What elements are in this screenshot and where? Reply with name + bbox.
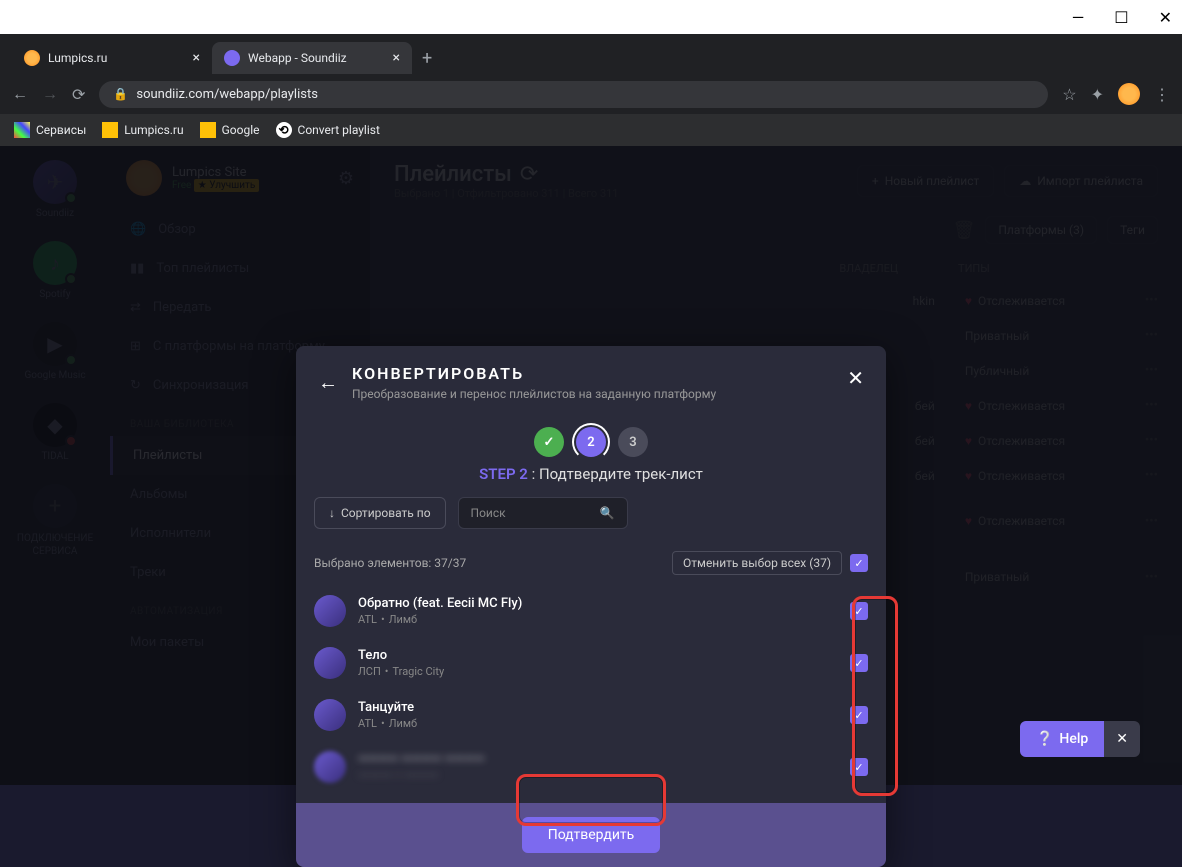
track-checkbox[interactable]: ✓: [850, 758, 868, 776]
browser-chrome: Lumpics.ru × Webapp - Soundiiz × + ← → ⟳…: [0, 34, 1182, 146]
modal-controls: ↓Сортировать по Поиск 🔍: [296, 497, 886, 541]
track-checkbox[interactable]: ✓: [850, 602, 868, 620]
sort-icon: ↓: [329, 506, 335, 520]
deselect-all-button[interactable]: Отменить выбор всех (37): [672, 551, 842, 575]
modal-subtitle: Преобразование и перенос плейлистов на з…: [318, 387, 864, 401]
search-input[interactable]: Поиск 🔍: [458, 497, 628, 529]
step-label: STEP 2 : Подтвердите трек-лист: [296, 465, 886, 483]
modal-header: ← ✕ КОНВЕРТИРОВАТЬ Преобразование и пере…: [296, 346, 886, 415]
track-row[interactable]: Тело ЛСП•Tragic City ✓: [314, 637, 868, 689]
convert-icon: ⟲: [276, 122, 292, 138]
tab-title: Lumpics.ru: [48, 51, 107, 65]
track-meta: ATL•Лимб: [358, 717, 850, 730]
search-icon: 🔍: [600, 506, 615, 520]
bookmark-star-icon[interactable]: ☆: [1062, 85, 1076, 104]
lock-icon: 🔒: [113, 87, 128, 101]
extension-icons: ☆ ✦ ⋮: [1062, 83, 1170, 105]
tab-close-icon[interactable]: ×: [193, 50, 200, 66]
help-button[interactable]: ❔ Help: [1020, 721, 1104, 757]
track-meta: ЛСП•Tragic City: [358, 665, 850, 678]
search-placeholder: Поиск: [471, 506, 506, 520]
step-1-done: ✓: [534, 427, 564, 457]
track-checkbox[interactable]: ✓: [850, 654, 868, 672]
track-cover: [314, 647, 346, 679]
bookmark-services[interactable]: Сервисы: [14, 122, 86, 138]
step-2-current: 2: [576, 427, 606, 457]
track-meta: ————•————: [358, 769, 850, 782]
sort-button[interactable]: ↓Сортировать по: [314, 497, 446, 529]
selection-bar: Выбрано элементов: 37/37 Отменить выбор …: [296, 541, 886, 585]
help-close-button[interactable]: ✕: [1104, 721, 1140, 757]
tab-bar: Lumpics.ru × Webapp - Soundiiz × +: [0, 34, 1182, 74]
tab-close-icon[interactable]: ×: [393, 50, 400, 66]
address-bar-row: ← → ⟳ 🔒 soundiiz.com/webapp/playlists ☆ …: [0, 74, 1182, 114]
back-button[interactable]: ←: [12, 84, 28, 104]
folder-icon: [200, 122, 216, 138]
track-cover: [314, 699, 346, 731]
favicon-icon: [24, 50, 40, 66]
extensions-icon[interactable]: ✦: [1091, 85, 1104, 104]
browser-menu-icon[interactable]: ⋮: [1154, 85, 1170, 104]
tab-title: Webapp - Soundiiz: [248, 51, 347, 65]
step-3-pending: 3: [618, 427, 648, 457]
track-row[interactable]: Танцуйте ATL•Лимб ✓: [314, 689, 868, 741]
bookmark-label: Lumpics.ru: [124, 123, 183, 137]
bookmark-google[interactable]: Google: [200, 122, 260, 138]
reload-button[interactable]: ⟳: [72, 85, 85, 104]
browser-tab-soundiiz[interactable]: Webapp - Soundiiz ×: [212, 42, 412, 74]
os-window-controls: — ☐ ✕: [0, 0, 1182, 34]
track-row[interactable]: ———— ———— ———— ————•———— ✓: [314, 741, 868, 793]
track-cover: [314, 595, 346, 627]
track-list: Обратно (feat. Eecii MC Fly) ATL•Лимб ✓ …: [296, 585, 886, 793]
help-icon: ❔: [1036, 731, 1053, 747]
address-bar[interactable]: 🔒 soundiiz.com/webapp/playlists: [99, 81, 1048, 108]
selected-count: Выбрано элементов: 37/37: [314, 556, 466, 570]
app-root: ✈ Soundiiz ♪ Spotify ▶ Google Music ◆ TI…: [0, 146, 1182, 785]
track-cover: [314, 751, 346, 783]
modal-close-button[interactable]: ✕: [847, 366, 864, 390]
minimize-button[interactable]: —: [1072, 8, 1085, 27]
url-text: soundiiz.com/webapp/playlists: [136, 87, 318, 102]
bookmark-label: Google: [222, 123, 260, 137]
new-tab-button[interactable]: +: [412, 44, 442, 73]
track-title: ———— ———— ————: [358, 752, 850, 767]
confirm-button[interactable]: Подтвердить: [522, 817, 661, 853]
track-row[interactable]: Обратно (feat. Eecii MC Fly) ATL•Лимб ✓: [314, 585, 868, 637]
modal-back-button[interactable]: ←: [318, 370, 338, 395]
step-indicator: ✓ 2 3: [296, 427, 886, 457]
modal-footer: Подтвердить: [296, 803, 886, 867]
bookmark-convert[interactable]: ⟲ Convert playlist: [276, 122, 380, 138]
help-widget: ❔ Help ✕: [1020, 721, 1140, 757]
modal-title: КОНВЕРТИРОВАТЬ: [318, 364, 864, 383]
bookmark-label: Convert playlist: [298, 123, 380, 137]
track-title: Обратно (feat. Eecii MC Fly): [358, 596, 850, 611]
track-checkbox[interactable]: ✓: [850, 706, 868, 724]
track-title: Тело: [358, 648, 850, 663]
browser-tab-lumpics[interactable]: Lumpics.ru ×: [12, 42, 212, 74]
track-title: Танцуйте: [358, 700, 850, 715]
favicon-icon: [224, 50, 240, 66]
bookmark-label: Сервисы: [36, 123, 86, 137]
help-label: Help: [1059, 731, 1088, 747]
profile-avatar[interactable]: [1118, 83, 1140, 105]
bookmarks-bar: Сервисы Lumpics.ru Google ⟲ Convert play…: [0, 114, 1182, 146]
folder-icon: [102, 122, 118, 138]
window-close-button[interactable]: ✕: [1159, 8, 1172, 27]
apps-icon: [14, 122, 30, 138]
forward-button[interactable]: →: [42, 84, 58, 104]
track-meta: ATL•Лимб: [358, 613, 850, 626]
select-all-checkbox[interactable]: ✓: [850, 554, 868, 572]
maximize-button[interactable]: ☐: [1114, 8, 1128, 27]
bookmark-lumpics[interactable]: Lumpics.ru: [102, 122, 183, 138]
